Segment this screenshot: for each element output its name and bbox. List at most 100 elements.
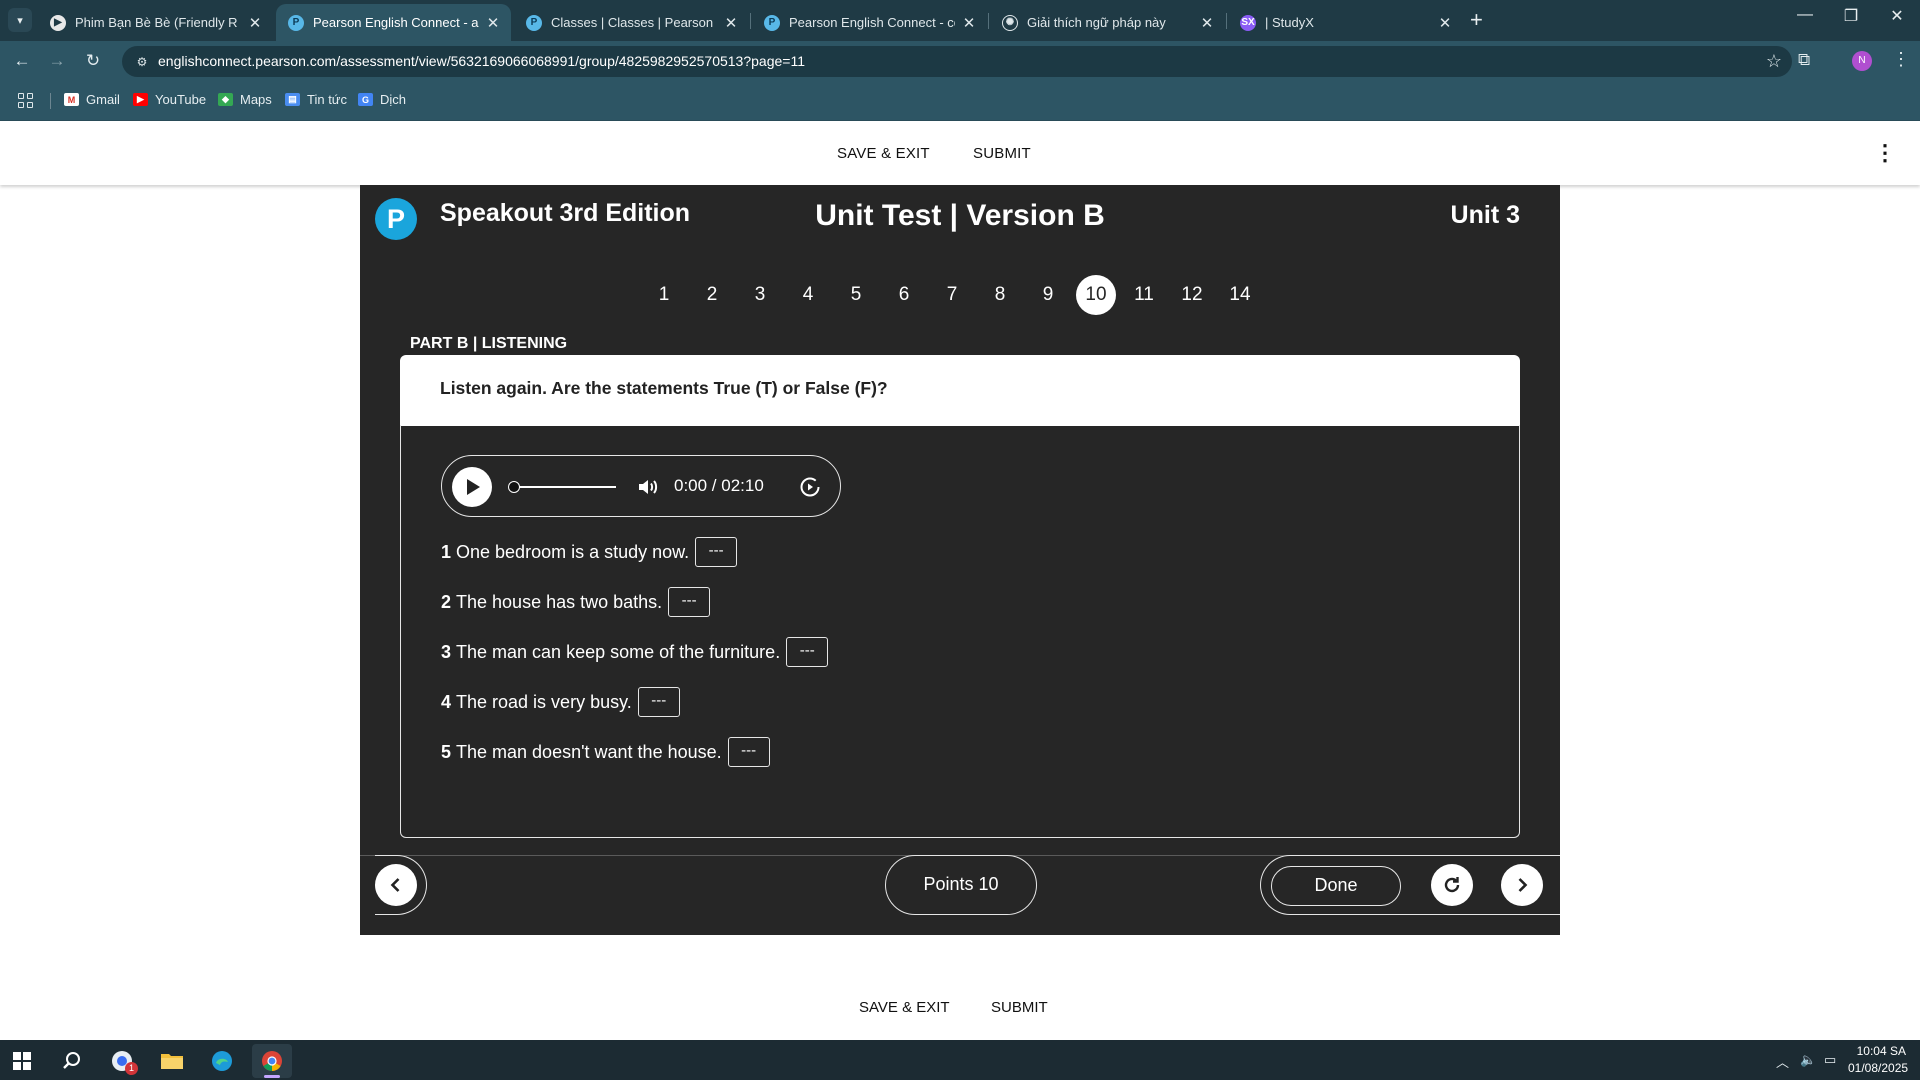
statement-number: 4: [441, 691, 452, 712]
speaker-icon[interactable]: 🔈: [1800, 1052, 1816, 1068]
page-number[interactable]: 7: [928, 275, 976, 315]
next-button[interactable]: [1501, 864, 1543, 906]
close-icon[interactable]: ✕: [1437, 14, 1453, 32]
bookmark-youtube[interactable]: ▶ YouTube: [133, 92, 206, 107]
tab-title: | StudyX: [1265, 15, 1314, 30]
page-number[interactable]: 4: [784, 275, 832, 315]
search-icon: [63, 1052, 80, 1069]
page-number-current[interactable]: 10: [1072, 275, 1120, 315]
answer-dropdown[interactable]: ---: [668, 587, 711, 617]
close-icon[interactable]: ✕: [247, 14, 263, 32]
reload-icon[interactable]: ↻: [81, 49, 105, 73]
network-icon[interactable]: ▭: [1824, 1052, 1836, 1068]
close-icon[interactable]: ✕: [961, 14, 977, 32]
statement-row: 3 The man can keep some of the furniture…: [441, 637, 829, 667]
audio-time: 0:00 / 02:10: [674, 476, 764, 495]
page-number[interactable]: 12: [1168, 275, 1216, 315]
play-button[interactable]: [452, 467, 492, 507]
url-text[interactable]: englishconnect.pearson.com/assessment/vi…: [158, 53, 805, 69]
page-number[interactable]: 5: [832, 275, 880, 315]
pearson-icon: P: [764, 14, 780, 31]
back-icon[interactable]: ←: [10, 49, 34, 73]
statement-number: 1: [441, 541, 452, 562]
answer-dropdown[interactable]: ---: [637, 687, 680, 717]
seek-bar[interactable]: [508, 481, 616, 493]
youtube-icon: ▶: [133, 93, 148, 106]
part-label: PART B | LISTENING: [410, 335, 568, 352]
page-menu-icon[interactable]: ⋮: [1874, 140, 1896, 166]
tab-phim[interactable]: ▶ Phim Bạn Bè Bè (Friendly R ✕: [38, 4, 273, 41]
window-close-button[interactable]: ✕: [1874, 6, 1920, 26]
seek-thumb[interactable]: [508, 481, 520, 493]
browser-menu-icon[interactable]: ⋮: [1892, 49, 1910, 70]
address-bar[interactable]: ⚙ englishconnect.pearson.com/assessment/…: [122, 46, 1792, 77]
extensions-icon[interactable]: ⧉: [1798, 50, 1810, 70]
pearson-icon: P: [288, 14, 304, 31]
bookmark-translate[interactable]: G Dịch: [358, 92, 406, 107]
page-number[interactable]: 3: [736, 275, 784, 315]
taskbar-clock[interactable]: 10:04 SA 01/08/2025: [1848, 1043, 1908, 1077]
close-icon[interactable]: ✕: [1199, 14, 1215, 32]
site-info-icon[interactable]: ⚙: [132, 52, 152, 72]
taskbar-app-chat[interactable]: 1: [102, 1044, 142, 1078]
chevron-right-icon: [1518, 878, 1528, 892]
previous-pill: [375, 855, 427, 915]
minimize-button[interactable]: —: [1782, 6, 1828, 24]
answer-dropdown[interactable]: ---: [727, 737, 770, 767]
bookmark-label: YouTube: [155, 92, 207, 107]
page-number[interactable]: 1: [640, 275, 688, 315]
statement-row: 4 The road is very busy. ---: [441, 687, 680, 717]
close-icon[interactable]: ✕: [723, 14, 739, 32]
answer-dropdown[interactable]: ---: [786, 637, 829, 667]
test-title: Unit Test | Version B: [815, 199, 1105, 232]
new-tab-button[interactable]: +: [1470, 8, 1483, 32]
bookmark-label: Maps: [240, 92, 272, 107]
tab-pearson-assessment[interactable]: P Pearson English Connect - asse ✕: [276, 4, 511, 41]
statement-text: The road is very busy.: [456, 691, 632, 712]
page-number[interactable]: 11: [1120, 275, 1168, 315]
statement-text: The man doesn't want the house.: [456, 741, 722, 762]
statement-text: The man can keep some of the furniture.: [456, 641, 781, 662]
reset-button[interactable]: [1431, 864, 1473, 906]
replay-icon[interactable]: [798, 475, 822, 499]
footer-submit-button[interactable]: SUBMIT: [991, 999, 1048, 1016]
tab-search-button[interactable]: ▾: [8, 8, 32, 32]
submit-button[interactable]: SUBMIT: [973, 145, 1031, 162]
profile-avatar[interactable]: N: [1852, 51, 1872, 71]
page-number[interactable]: 6: [880, 275, 928, 315]
answer-dropdown[interactable]: ---: [695, 537, 738, 567]
page-number[interactable]: 8: [976, 275, 1024, 315]
previous-button[interactable]: [375, 864, 417, 906]
save-exit-button[interactable]: SAVE & EXIT: [837, 145, 930, 162]
page-number[interactable]: 2: [688, 275, 736, 315]
start-button[interactable]: [2, 1044, 42, 1078]
tab-pearson-course[interactable]: P Pearson English Connect - cour ✕: [752, 4, 987, 41]
bookmark-maps[interactable]: ◆ Maps: [218, 92, 272, 107]
instruction-bar: Listen again. Are the statements True (T…: [400, 355, 1520, 426]
bookmark-star-icon[interactable]: ☆: [1766, 51, 1782, 72]
page-number[interactable]: 9: [1024, 275, 1072, 315]
taskbar-file-explorer[interactable]: [152, 1044, 192, 1078]
close-icon[interactable]: ✕: [485, 14, 501, 32]
bookmark-label: Tin tức: [307, 92, 348, 107]
bookmark-news[interactable]: ▤ Tin tức: [285, 92, 347, 107]
page-number[interactable]: 14: [1216, 275, 1264, 315]
taskbar-edge[interactable]: [202, 1044, 242, 1078]
done-button[interactable]: Done: [1271, 866, 1401, 906]
actions-pill: Done: [1260, 855, 1560, 915]
tab-separator: [988, 13, 989, 29]
tab-separator: [1226, 13, 1227, 29]
tray-chevron-icon[interactable]: ︿: [1776, 1052, 1789, 1071]
footer-save-exit-button[interactable]: SAVE & EXIT: [859, 999, 950, 1016]
search-button[interactable]: [52, 1044, 92, 1078]
taskbar-chrome[interactable]: [252, 1044, 292, 1078]
tab-chatgpt[interactable]: ✺ Giải thích ngữ pháp này ✕: [990, 4, 1225, 41]
restore-button[interactable]: ❐: [1828, 6, 1874, 26]
edge-icon: [212, 1051, 232, 1071]
tab-pearson-classes[interactable]: P Classes | Classes | Pearson Engl ✕: [514, 4, 749, 41]
apps-grid-icon[interactable]: [18, 93, 33, 108]
volume-icon[interactable]: [636, 475, 660, 499]
forward-icon[interactable]: →: [45, 49, 69, 73]
bookmark-gmail[interactable]: M Gmail: [64, 92, 120, 107]
tab-studyx[interactable]: SX | StudyX ✕: [1228, 4, 1463, 41]
